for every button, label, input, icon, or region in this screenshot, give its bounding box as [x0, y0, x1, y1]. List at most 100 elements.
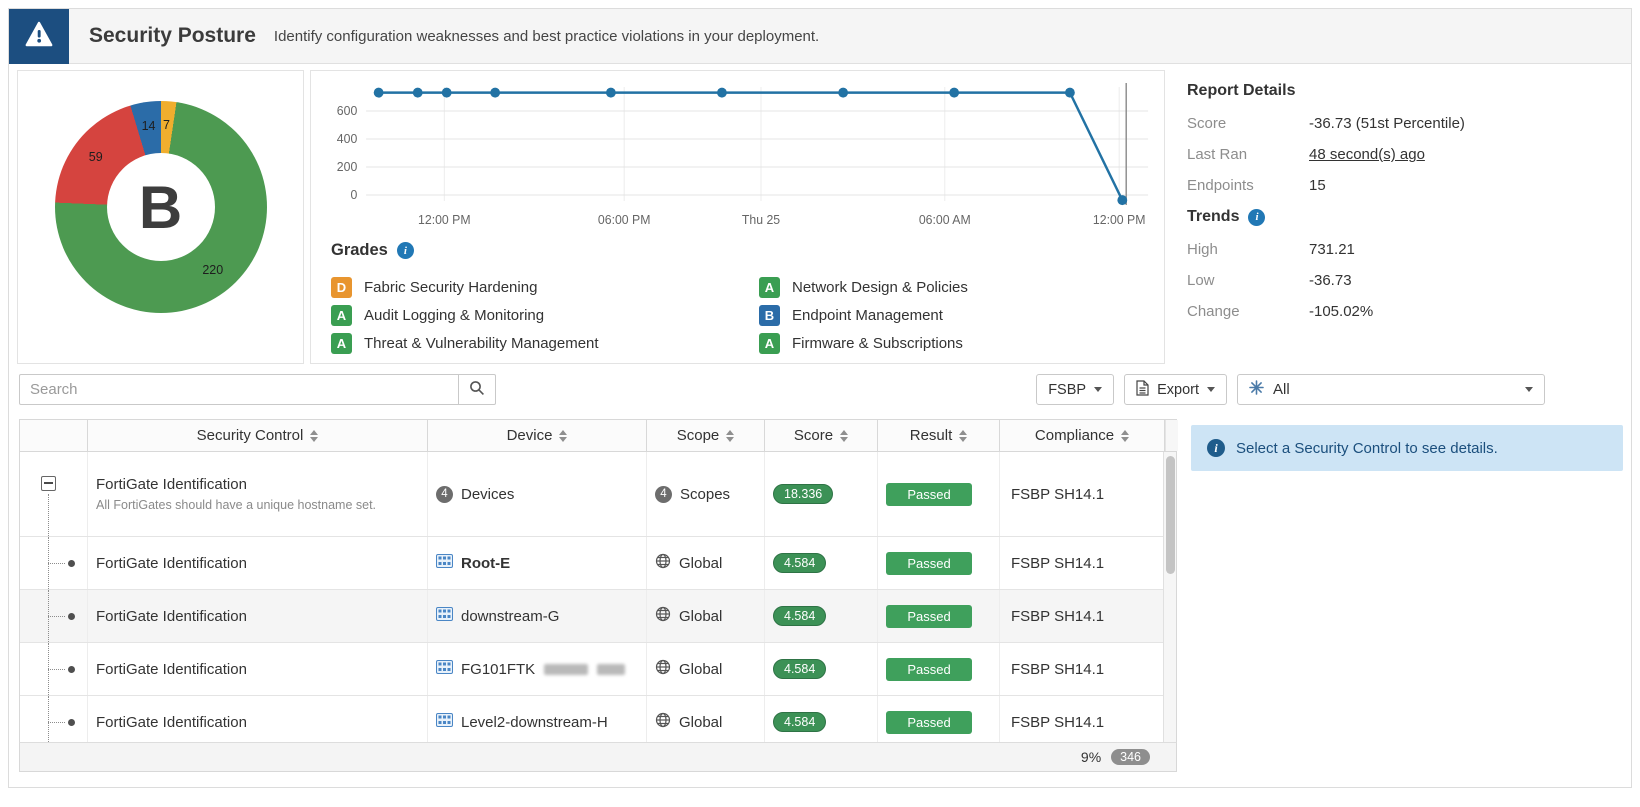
table-status-bar: 9% 346 — [19, 742, 1177, 772]
trends-info-icon[interactable]: i — [1248, 209, 1265, 226]
tree-node-bullet — [68, 613, 75, 620]
grade-badge: A — [759, 277, 780, 298]
grades-info-icon[interactable]: i — [397, 242, 414, 259]
tree-node-bullet — [68, 666, 75, 673]
chevron-down-icon — [1525, 387, 1533, 392]
search-button[interactable] — [459, 374, 496, 405]
table-row-parent[interactable]: FortiGate Identification All FortiGates … — [20, 452, 1176, 537]
score-cell: 4.584 — [765, 643, 878, 695]
device-cell: 4 Devices — [428, 452, 647, 536]
last-ran-link[interactable]: 48 second(s) ago — [1309, 146, 1425, 163]
fortigate-device-icon — [436, 554, 453, 572]
search-group — [19, 374, 496, 405]
export-dropdown-button[interactable]: Export — [1124, 374, 1227, 405]
search-input[interactable] — [19, 374, 459, 405]
header-scrollbar-filler — [1165, 420, 1178, 451]
device-name: Root-E — [461, 555, 510, 572]
svg-text:200: 200 — [337, 160, 358, 174]
score-badge: 4.584 — [773, 712, 826, 732]
score-cell: 4.584 — [765, 696, 878, 742]
trend-low-value: -36.73 — [1309, 272, 1352, 289]
fsbp-dropdown-button[interactable]: FSBP — [1036, 374, 1114, 405]
compliance-cell: FSBP SH14.1 — [1000, 696, 1165, 742]
page-title: Security Posture — [89, 24, 256, 48]
device-name: downstream-G — [461, 608, 559, 625]
column-header-device[interactable]: Device — [428, 420, 647, 451]
table-header: Security Control Device Scope Score Resu… — [19, 419, 1177, 452]
score-badge: 4.584 — [773, 553, 826, 573]
device-name: FG101FTK — [461, 661, 535, 678]
device-cell: FG101FTK — [428, 643, 647, 695]
search-icon — [469, 380, 485, 399]
sort-icon — [310, 430, 318, 442]
svg-text:06:00 PM: 06:00 PM — [598, 213, 650, 227]
total-count-badge: 346 — [1111, 749, 1150, 765]
scrollbar-thumb[interactable] — [1166, 456, 1175, 574]
table-row-child[interactable]: FortiGate Identification Root-E — [20, 537, 1176, 590]
column-header-score[interactable]: Score — [765, 420, 878, 451]
endpoints-value: 15 — [1309, 177, 1326, 194]
grade-item-audit-logging: A Audit Logging & Monitoring — [331, 301, 759, 329]
svg-text:12:00 PM: 12:00 PM — [1093, 213, 1145, 227]
column-header-result[interactable]: Result — [878, 420, 1000, 451]
tree-cell — [20, 696, 88, 742]
grade-badge: A — [331, 333, 352, 354]
redacted-text — [544, 664, 588, 675]
scope-cell: Global — [647, 590, 765, 642]
main-content: Security Control Device Scope Score Resu… — [9, 411, 1631, 787]
control-details-panel: i Select a Security Control to see detai… — [1191, 419, 1623, 471]
score-cell: 4.584 — [765, 590, 878, 642]
sort-icon — [840, 430, 848, 442]
trend-chart-panel: 12:00 PM06:00 PMThu 2506:00 AM12:00 PM60… — [310, 70, 1165, 364]
score-trend-chart: 12:00 PM06:00 PMThu 2506:00 AM12:00 PM60… — [317, 77, 1154, 235]
result-cell: Passed — [878, 452, 1000, 536]
table-scrollbar[interactable] — [1163, 452, 1176, 742]
scope-cell: Global — [647, 643, 765, 695]
column-header-scope[interactable]: Scope — [647, 420, 765, 451]
column-header-security-control[interactable]: Security Control — [88, 420, 428, 451]
grade-label: Network Design & Policies — [792, 279, 968, 296]
security-controls-table: Security Control Device Scope Score Resu… — [19, 419, 1177, 772]
result-cell: Passed — [878, 590, 1000, 642]
compliance-cell: FSBP SH14.1 — [1000, 643, 1165, 695]
table-row-child[interactable]: FortiGate Identification FG101FT — [20, 643, 1176, 696]
tree-node-bullet — [68, 719, 75, 726]
overall-grade: B — [139, 173, 182, 242]
scope-filter-select[interactable]: All — [1237, 374, 1545, 405]
redacted-text — [597, 664, 625, 675]
result-cell: Passed — [878, 696, 1000, 742]
trend-row-high: High 731.21 — [1187, 241, 1619, 258]
table-row-child[interactable]: FortiGate Identification Level2- — [20, 696, 1176, 742]
dashboard-summary: B 72205914 12:00 PM 06:00 PM Thu 25 06:00 A… — [9, 64, 1631, 368]
grades-grid: D Fabric Security Hardening A Audit Logg… — [331, 273, 1140, 357]
compliance-cell: FSBP SH14.1 — [1000, 537, 1165, 589]
grade-item-endpoint-management: B Endpoint Management — [759, 301, 1140, 329]
grade-donut-chart[interactable]: B 72205914 — [55, 101, 267, 313]
scope-cell: 4 Scopes — [647, 452, 765, 536]
security-control-cell: FortiGate Identification — [88, 643, 428, 695]
globe-icon — [655, 712, 671, 732]
globe-icon — [655, 553, 671, 573]
result-badge: Passed — [886, 658, 972, 681]
result-cell: Passed — [878, 537, 1000, 589]
svg-text:12:00 PM: 12:00 PM — [418, 213, 470, 227]
donut-segment-label: 7 — [163, 118, 170, 132]
trend-row-change: Change -105.02% — [1187, 303, 1619, 320]
score-cell: 4.584 — [765, 537, 878, 589]
scope-cell: Global — [647, 696, 765, 742]
device-name: Level2-downstream-H — [461, 714, 608, 731]
fortigate-device-icon — [436, 607, 453, 625]
collapse-row-button[interactable] — [41, 476, 56, 491]
tree-cell — [20, 590, 88, 642]
svg-text:Thu 25: Thu 25 — [742, 213, 780, 227]
grade-label: Audit Logging & Monitoring — [364, 307, 544, 324]
grade-label: Endpoint Management — [792, 307, 943, 324]
chevron-down-icon — [1207, 387, 1215, 392]
table-row-child[interactable]: FortiGate Identification downstr — [20, 590, 1176, 643]
export-document-icon — [1136, 380, 1149, 400]
sort-icon — [559, 430, 567, 442]
column-header-compliance[interactable]: Compliance — [1000, 420, 1165, 451]
svg-text:06:00 AM: 06:00 AM — [919, 213, 971, 227]
report-row-score: Score -36.73 (51st Percentile) — [1187, 115, 1619, 132]
scope-count-badge: 4 — [655, 486, 672, 503]
